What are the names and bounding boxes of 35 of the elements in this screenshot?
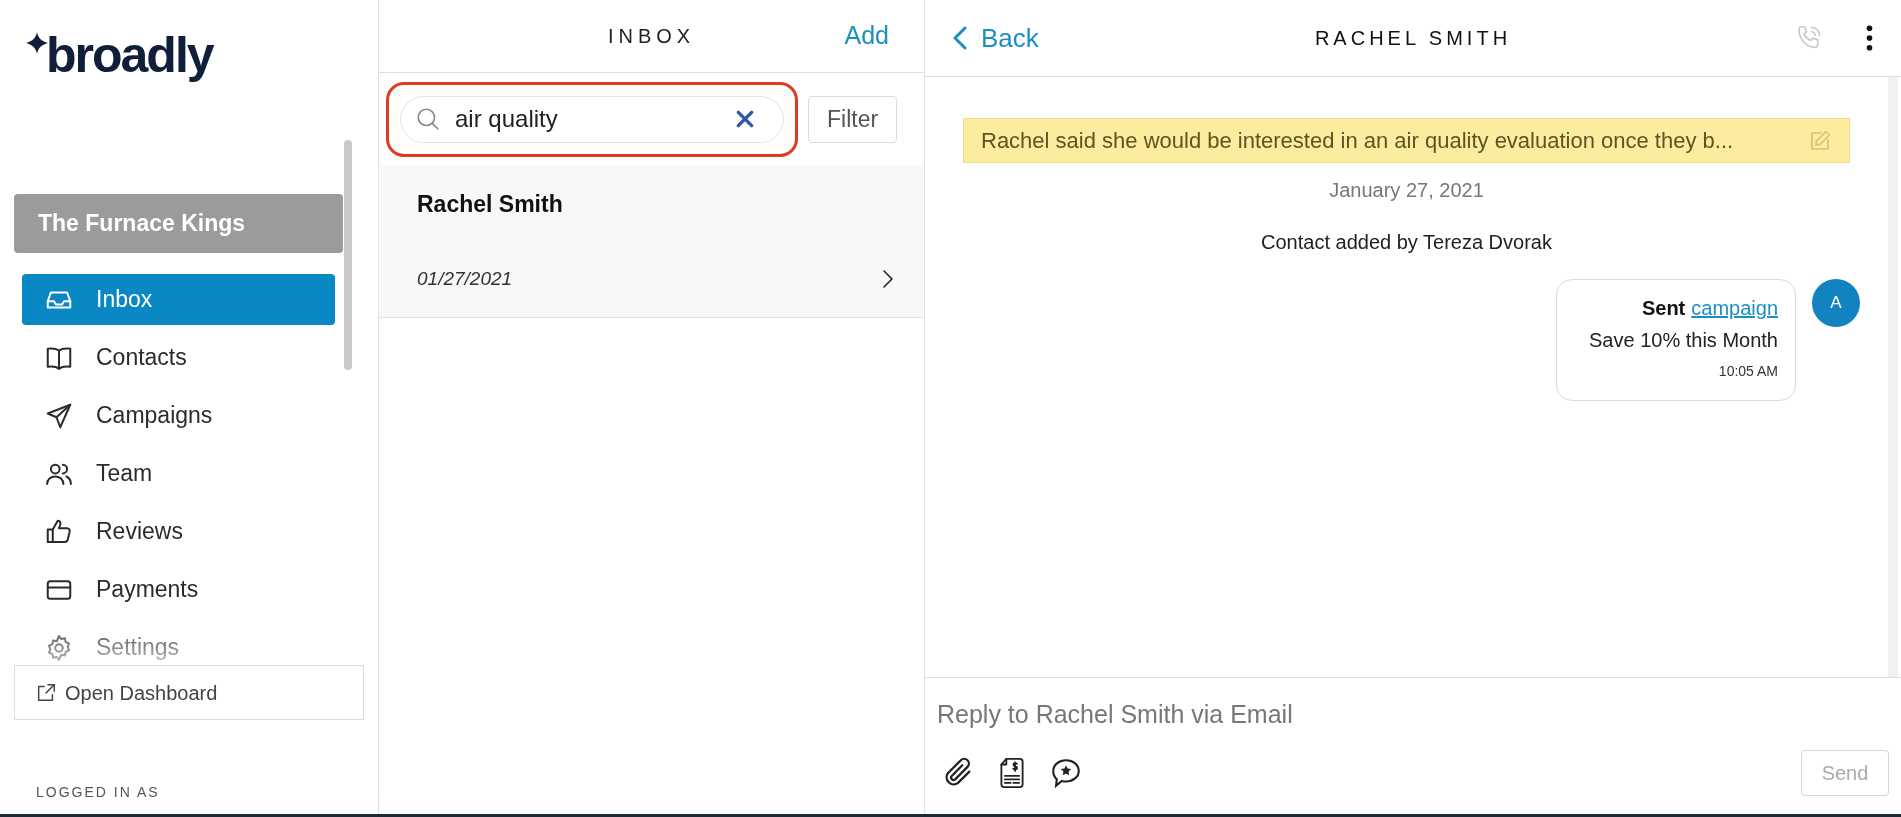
nav-item[interactable]: Reviews [22, 506, 335, 557]
date-divider: January 27, 2021 [1329, 178, 1484, 203]
conversation-row[interactable]: Rachel Smith 01/27/2021 [379, 165, 924, 318]
nav-item[interactable]: Campaigns [22, 390, 335, 441]
conversation-date: 01/27/2021 [417, 266, 513, 291]
filter-button[interactable]: Filter [808, 95, 898, 143]
clear-icon[interactable] [735, 109, 755, 129]
message-time: 10:05 AM [1718, 362, 1778, 381]
add-button[interactable]: Add [844, 17, 889, 55]
more-icon[interactable] [1866, 25, 1873, 51]
chevron-right-icon [882, 268, 894, 289]
note-banner[interactable]: Rachel said she would be interested in an air quality evaluation once they b... [963, 118, 1850, 163]
avatar: A [1812, 279, 1860, 327]
contact-name: Rachel Smith [417, 190, 564, 219]
nav-item[interactable]: Contacts [22, 332, 335, 383]
system-message: Contact added by Tereza Dvorak [1261, 230, 1552, 255]
logged-in-label: LOGGED IN AS [36, 784, 160, 800]
nav-item[interactable]: Inbox [22, 274, 335, 325]
sparkle-icon [26, 32, 48, 54]
logo-text: broadly [46, 30, 213, 80]
search-icon [415, 106, 441, 132]
contact-title: RACHEL SMITH [1314, 26, 1512, 51]
external-link-icon [35, 681, 57, 704]
reply-field[interactable]: Reply to Rachel Smith via Email [937, 694, 1889, 734]
review-bubble-icon[interactable] [1049, 756, 1083, 790]
inbox-title: INBOX [607, 24, 696, 49]
sent-label: Sent [1641, 296, 1686, 321]
nav-item[interactable]: Payments [22, 564, 335, 615]
back-button[interactable]: Back [953, 18, 1039, 58]
chevron-left-icon [953, 25, 967, 51]
nav-item[interactable]: Team [22, 448, 335, 499]
campaign-link[interactable]: campaign [1691, 293, 1778, 323]
message-body: Save 10% this Month [1589, 328, 1778, 353]
scrollbar-thumb[interactable] [344, 140, 352, 370]
open-dashboard-button[interactable]: Open Dashboard [14, 665, 364, 720]
